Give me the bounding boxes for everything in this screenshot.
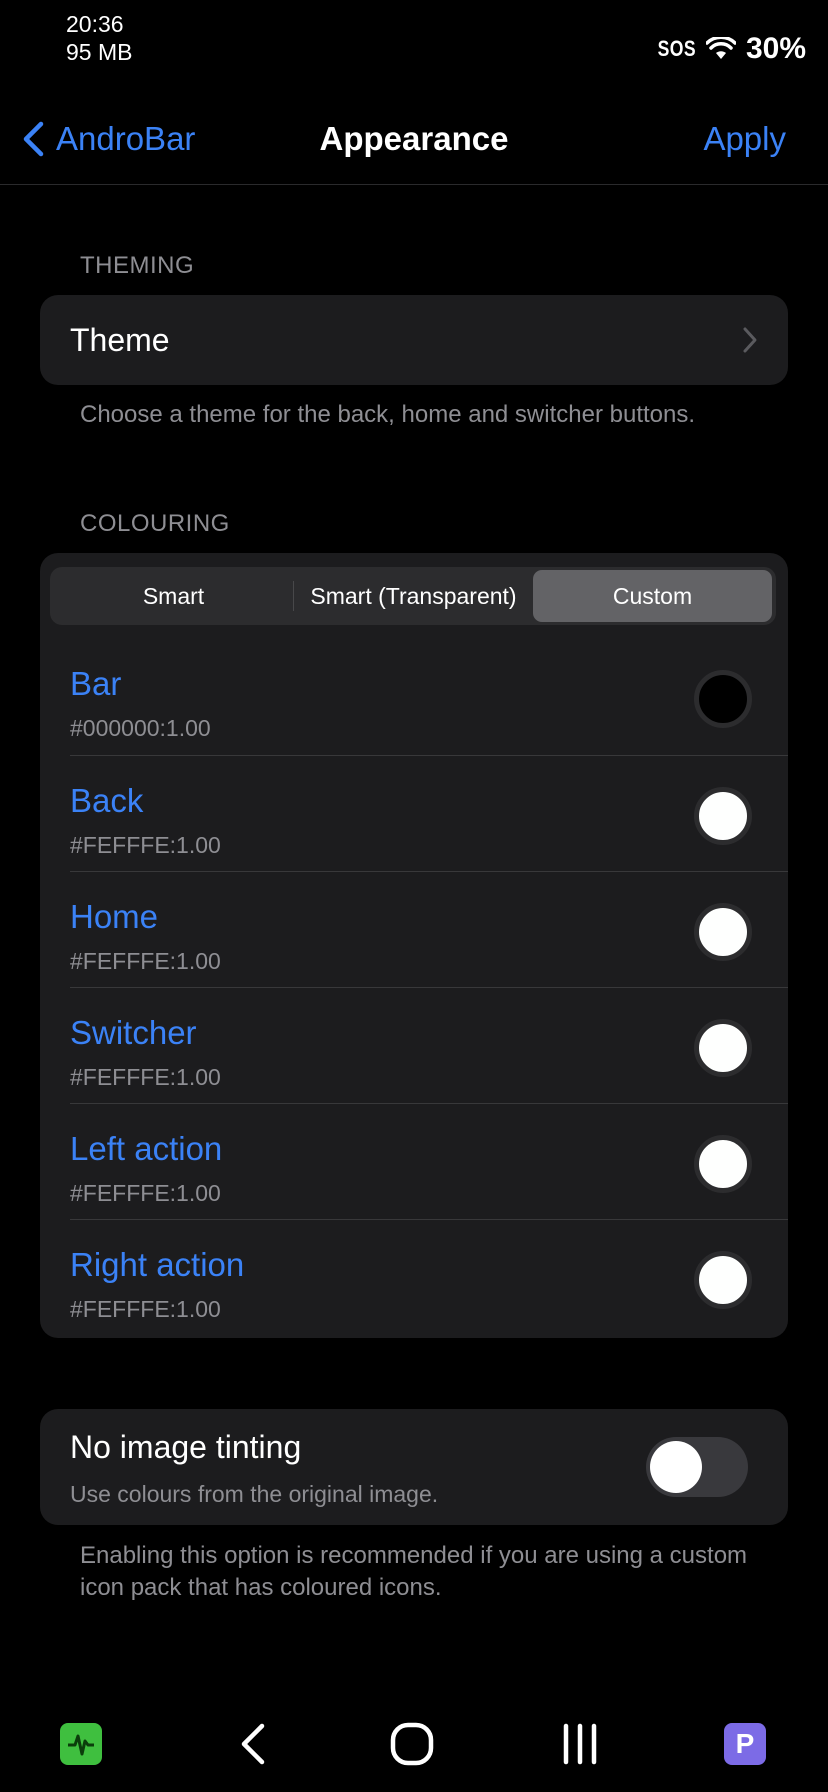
colour-name: Switcher — [70, 1014, 197, 1051]
back-arrow-icon — [241, 1723, 265, 1765]
tinting-card: No image tinting Use colours from the or… — [40, 1409, 788, 1525]
colouring-header: COLOURING — [80, 510, 230, 537]
status-memory: 95 MB — [66, 39, 133, 65]
sos-indicator: SOS — [657, 36, 696, 61]
chevron-right-icon — [743, 327, 757, 353]
colour-row-home[interactable]: Home #FEFFFE:1.00 — [70, 871, 788, 988]
colour-swatch[interactable] — [694, 1135, 752, 1193]
colour-row-right-action[interactable]: Right action #FEFFFE:1.00 — [70, 1219, 788, 1336]
system-navigation-bar: P — [0, 1706, 828, 1792]
colour-value: #FEFFFE:1.00 — [70, 948, 221, 974]
wifi-icon — [705, 37, 736, 59]
tinting-footer: Enabling this option is recommended if y… — [80, 1542, 748, 1601]
colour-name: Back — [70, 782, 144, 819]
pulse-icon — [68, 1734, 94, 1756]
segment-smart-transparent[interactable]: Smart (Transparent) — [294, 570, 533, 622]
status-right: SOS 30% — [648, 32, 806, 66]
colour-swatch[interactable] — [694, 787, 752, 845]
screen: 20:36 95 MB SOS 30% AndroBar Appearance … — [0, 0, 828, 1792]
purple-app-icon[interactable]: P — [724, 1723, 766, 1765]
nav-back-button[interactable] — [232, 1716, 272, 1772]
colour-value: #000000:1.00 — [70, 715, 211, 741]
activity-app-icon[interactable] — [60, 1723, 102, 1765]
nav-recents-button[interactable] — [560, 1716, 600, 1772]
colour-value: #FEFFFE:1.00 — [70, 1296, 221, 1322]
theming-card: Theme — [40, 295, 788, 385]
no-image-tinting-row: No image tinting Use colours from the or… — [40, 1409, 788, 1525]
colour-value: #FEFFFE:1.00 — [70, 1180, 221, 1206]
colour-name: Left action — [70, 1130, 223, 1167]
no-image-tinting-title: No image tinting — [70, 1429, 302, 1465]
colour-row-left-action[interactable]: Left action #FEFFFE:1.00 — [70, 1103, 788, 1220]
colouring-card: Smart Smart (Transparent) Custom Bar #00… — [40, 553, 788, 1338]
colour-row-bar[interactable]: Bar #000000:1.00 — [70, 639, 788, 755]
colour-swatch[interactable] — [694, 1019, 752, 1077]
home-circle-icon — [390, 1722, 434, 1766]
segment-smart[interactable]: Smart — [54, 570, 293, 622]
recents-icon — [563, 1723, 597, 1765]
colour-name: Right action — [70, 1246, 245, 1283]
colour-swatch[interactable] — [694, 670, 752, 728]
colour-value: #FEFFFE:1.00 — [70, 832, 221, 858]
colour-value: #FEFFFE:1.00 — [70, 1064, 221, 1090]
colour-swatch[interactable] — [694, 1251, 752, 1309]
theming-footer: Choose a theme for the back, home and sw… — [80, 401, 696, 428]
apply-button[interactable]: Apply — [703, 120, 786, 158]
battery-level: 30% — [745, 32, 806, 65]
theme-label: Theme — [70, 321, 170, 358]
status-time: 20:36 — [66, 11, 124, 37]
colour-row-switcher[interactable]: Switcher #FEFFFE:1.00 — [70, 987, 788, 1104]
colouring-mode-segmented-control: Smart Smart (Transparent) Custom — [50, 567, 776, 625]
no-image-tinting-subtitle: Use colours from the original image. — [70, 1481, 439, 1507]
theme-row[interactable]: Theme — [40, 295, 788, 385]
theming-header: THEMING — [80, 252, 195, 279]
colour-name: Home — [70, 898, 159, 935]
colour-name: Bar — [70, 665, 122, 702]
back-button-label: AndroBar — [56, 120, 196, 157]
nav-home-button[interactable] — [388, 1716, 436, 1772]
toggle-knob — [650, 1441, 702, 1493]
colour-row-back[interactable]: Back #FEFFFE:1.00 — [70, 755, 788, 872]
back-button[interactable]: AndroBar — [22, 120, 195, 158]
segment-custom[interactable]: Custom — [533, 570, 772, 622]
chevron-left-icon — [23, 121, 44, 157]
navigation-bar: AndroBar Appearance Apply — [0, 100, 828, 185]
status-left: 20:36 95 MB — [66, 10, 132, 66]
colour-swatch[interactable] — [694, 903, 752, 961]
no-image-tinting-toggle[interactable] — [646, 1437, 748, 1497]
